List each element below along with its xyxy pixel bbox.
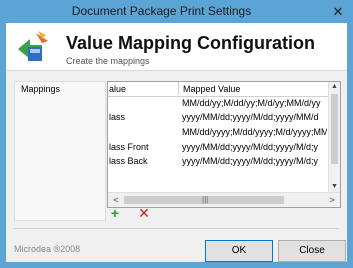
cell-mapped-value: MM/dd/yyyy;M/dd/yyyy;M/d/yyyy;MM/ xyxy=(182,127,327,137)
table-row[interactable]: lass Back yyyy/MM/dd;yyyy/M/dd;yyyy/M/d;… xyxy=(108,155,328,168)
cell-mapped-value: yyyy/MM/dd;yyyy/M/dd;yyyy/MM/d xyxy=(182,112,319,122)
window-frame-right xyxy=(347,23,353,268)
table-row[interactable]: lass yyyy/MM/dd;yyyy/M/dd;yyyy/MM/d xyxy=(108,111,328,124)
close-icon[interactable]: ✕ xyxy=(329,4,347,19)
scroll-right-icon[interactable]: > xyxy=(326,193,338,207)
page-title: Value Mapping Configuration xyxy=(66,33,315,53)
app-logo-icon xyxy=(18,31,48,61)
nav-item-mappings[interactable]: Mappings xyxy=(21,84,60,94)
footer-divider xyxy=(14,228,339,229)
ok-button[interactable]: OK xyxy=(205,240,273,262)
cell-mapped-value: yyyy/MM/dd;yyyy/M/dd;yyyy/M/d;y xyxy=(182,156,319,166)
grid-header: alue Mapped Value xyxy=(108,82,328,97)
column-header-mapped-value[interactable]: Mapped Value xyxy=(178,82,240,94)
window-frame-bottom xyxy=(0,262,353,268)
scroll-down-icon[interactable]: ▼ xyxy=(329,182,340,192)
delete-mapping-icon[interactable]: ✕ xyxy=(136,205,152,221)
cell-value: lass Back xyxy=(109,156,148,166)
nav-panel: Mappings xyxy=(14,81,106,221)
close-button[interactable]: Close xyxy=(278,240,346,262)
page-subtitle: Create the mappings xyxy=(66,56,150,66)
vertical-scroll-thumb[interactable] xyxy=(331,94,338,164)
cell-mapped-value: MM/dd/yy;M/dd/yy;M/d/yy;MM/d/yy xyxy=(182,98,321,108)
table-row[interactable]: MM/dd/yy;M/dd/yy;M/d/yy;MM/d/yy xyxy=(108,97,328,110)
cell-mapped-value: yyyy/MM/dd;yyyy/M/dd;yyyy/M/d;y xyxy=(182,142,319,152)
cell-value: lass Front xyxy=(109,142,149,152)
scroll-grip-icon: ||| xyxy=(202,195,209,204)
table-row[interactable]: lass Front yyyy/MM/dd;yyyy/M/dd;yyyy/M/d… xyxy=(108,141,328,154)
column-header-value[interactable]: alue xyxy=(109,84,126,94)
window-title: Document Package Print Settings xyxy=(71,4,252,18)
title-bar: Document Package Print Settings ✕ xyxy=(0,0,353,24)
vertical-scrollbar[interactable]: ▲ ▼ xyxy=(328,82,340,192)
table-row[interactable]: MM/dd/yyyy;M/dd/yyyy;M/d/yyyy;MM/ xyxy=(108,126,328,139)
brand-text: Microdea ®2008 xyxy=(14,244,81,254)
add-mapping-icon[interactable]: + xyxy=(107,205,123,221)
cell-value: lass xyxy=(109,112,126,122)
mapping-grid[interactable]: alue Mapped Value MM/dd/yy;M/dd/yy;M/d/y… xyxy=(107,81,341,208)
scroll-up-icon[interactable]: ▲ xyxy=(329,82,340,92)
horizontal-scroll-thumb[interactable]: ||| xyxy=(124,195,284,204)
dialog-header: Value Mapping Configuration Create the m… xyxy=(6,23,347,71)
dialog-body: Mappings alue Mapped Value MM/dd/yy;M/dd… xyxy=(6,71,347,262)
